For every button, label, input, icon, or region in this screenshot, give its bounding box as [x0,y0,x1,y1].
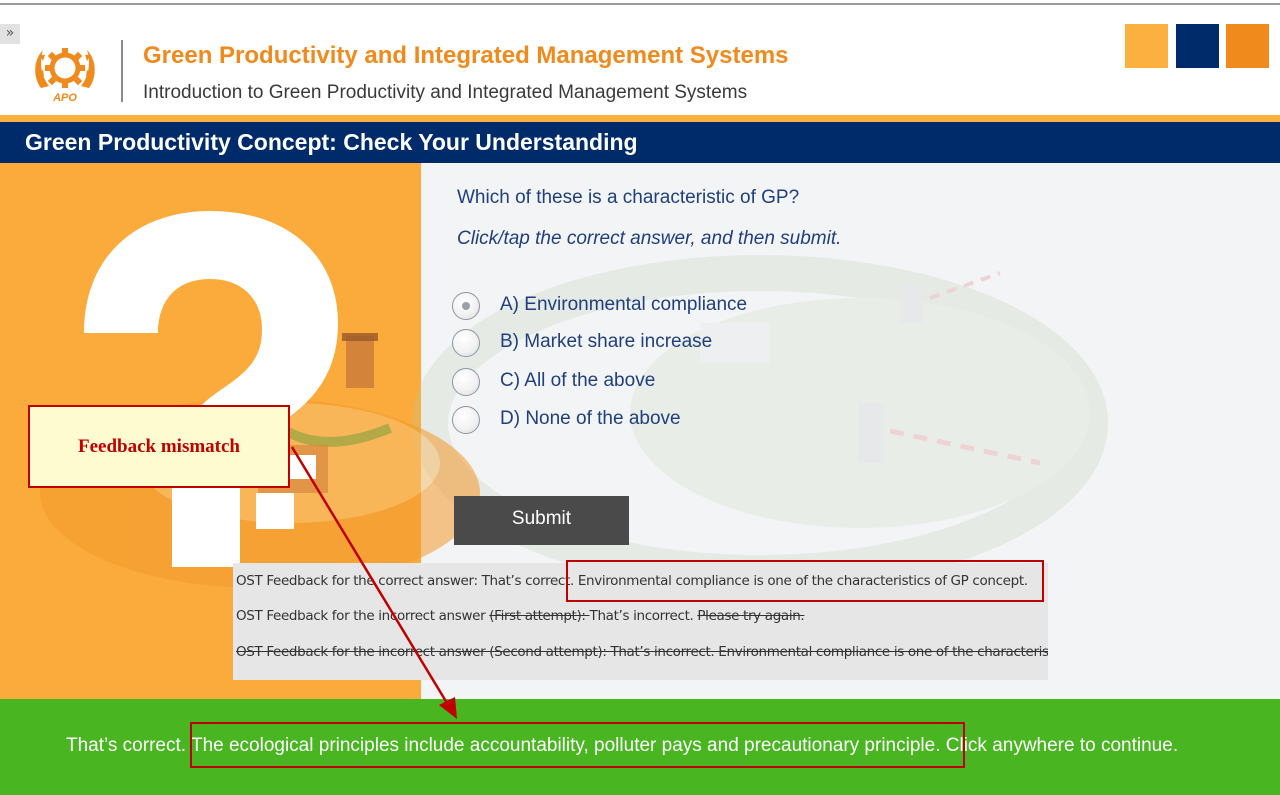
radio-button[interactable] [452,368,480,396]
option-d[interactable]: D) None of the above [452,406,872,436]
highlight-box-result-text [190,722,965,768]
note-middle: That’s incorrect. [589,608,698,624]
accent-square-orange [1226,24,1269,68]
callout-label: Feedback mismatch [77,436,240,457]
feedback-first-attempt-note: OST Feedback for the incorrect answer (F… [236,608,805,624]
note-prefix: OST Feedback for the incorrect answer [236,608,490,624]
note-struck-end: Please try again. [697,608,805,624]
option-label: A) Environmental compliance [500,294,748,315]
apo-logo: APO [35,48,95,104]
accent-square-light-orange [1125,24,1168,68]
header-orange-rule [0,115,1280,122]
expand-sidebar-button[interactable]: » [0,24,20,44]
radio-button-selected[interactable] [452,292,480,320]
accent-square-navy [1176,24,1219,68]
option-label: D) None of the above [500,408,681,429]
note-struck-text: (First attempt): [489,608,590,624]
option-b[interactable]: B) Market share increase [452,329,872,359]
question-text: Which of these is a characteristic of GP… [457,187,800,208]
course-title: Green Productivity and Integrated Manage… [143,42,789,69]
option-a[interactable]: A) Environmental compliance [452,292,872,322]
option-label: B) Market share increase [500,331,713,352]
radio-button[interactable] [452,406,480,434]
option-c[interactable]: C) All of the above [452,368,872,398]
feedback-second-attempt-note: OST Feedback for the incorrect answer (S… [236,644,1048,660]
logo-divider [121,40,123,102]
radio-button[interactable] [452,329,480,357]
top-divider [0,3,1280,5]
slide-title: Green Productivity Concept: Check Your U… [25,129,638,155]
instruction-text: Click/tap the correct answer, and then s… [457,228,842,249]
highlight-box-correct-note [566,560,1044,602]
option-label: C) All of the above [500,370,656,391]
svg-text:APO: APO [52,92,77,104]
submit-button[interactable]: Submit [454,496,629,545]
course-subtitle: Introduction to Green Productivity and I… [143,82,748,103]
feedback-mismatch-callout: Feedback mismatch [28,405,290,488]
